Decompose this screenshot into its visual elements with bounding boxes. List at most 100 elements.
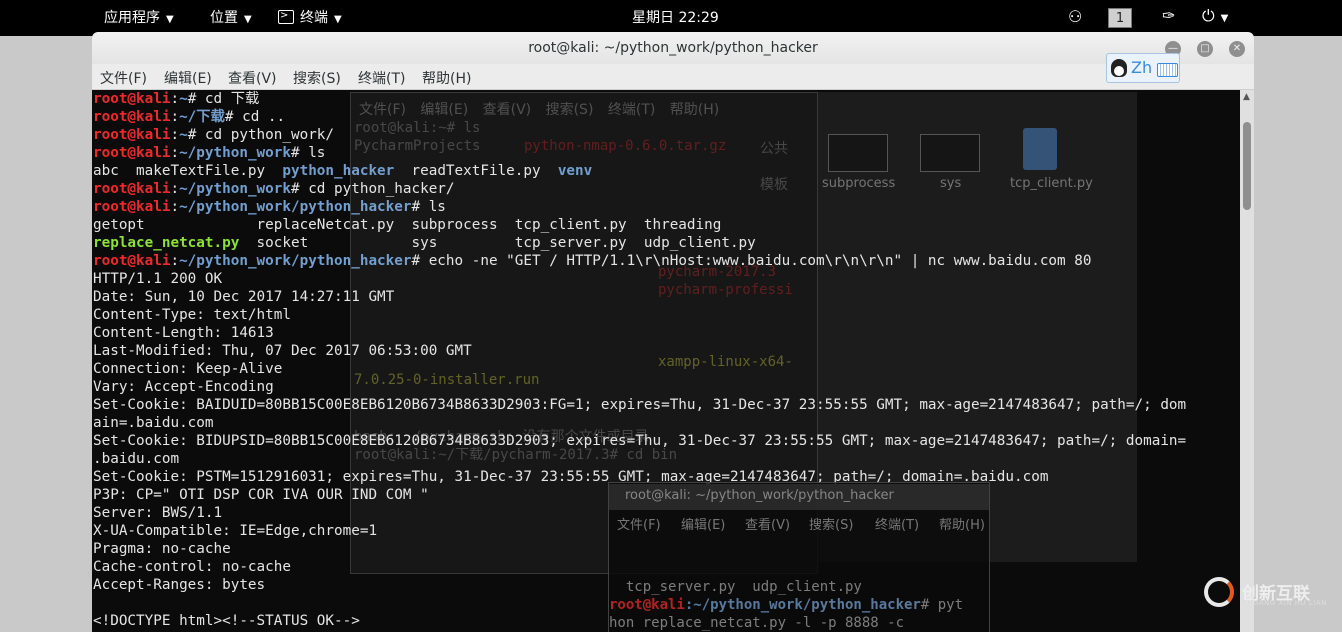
terminal-line: HTTP/1.1 200 OK <box>93 270 1186 288</box>
dropdown-arrow-icon: ▼ <box>334 14 342 25</box>
terminal-icon <box>278 7 294 25</box>
terminal-app-menu[interactable]: 终端 ▼ <box>278 7 342 27</box>
terminal-line: Last-Modified: Thu, 07 Dec 2017 06:53:00… <box>93 342 1186 360</box>
text: <!DOCTYPE html><!--STATUS OK--> <box>93 613 360 629</box>
penguin-icon <box>1111 59 1127 77</box>
terminal-line: root@kali:~/python_work# ls <box>93 144 1186 162</box>
text: Server: BWS/1.1 <box>93 505 223 521</box>
menu-terminal[interactable]: 终端(T) <box>358 68 405 88</box>
small-menu-terminal[interactable]: 终端(T) <box>875 514 919 533</box>
text: readTextFile.py <box>394 163 558 179</box>
small-menu-edit[interactable]: 编辑(E) <box>681 514 725 533</box>
brush-icon[interactable]: ✑ <box>1162 7 1175 25</box>
small-terminal-titlebar[interactable]: root@kali: ~/python_work/python_hacker <box>609 484 989 510</box>
users-icon[interactable]: ⚇ <box>1068 8 1082 26</box>
directory-name: venv <box>557 163 593 179</box>
terminal-line: ain=.baidu.com <box>93 414 1186 432</box>
text: : <box>170 91 180 107</box>
terminal-line: Connection: Keep-Alive <box>93 360 1186 378</box>
prompt-path: ~/下载 <box>179 109 225 125</box>
small-menu-help[interactable]: 帮助(H) <box>939 514 985 533</box>
logo-subtitle: CHUANG XIN HU LIAN <box>1242 599 1327 607</box>
text: : <box>170 109 180 125</box>
executable-name: replace_netcat.py <box>93 235 240 251</box>
prompt-user: root@kali <box>609 597 685 613</box>
text: # cd python_work/ <box>187 127 335 143</box>
prompt-path: :~/python_work/python_hacker <box>684 597 921 613</box>
dropdown-arrow-icon: ▼ <box>244 14 252 25</box>
prompt-user: root@kali <box>93 253 171 269</box>
menu-search[interactable]: 搜索(S) <box>293 68 341 88</box>
text: : <box>170 199 180 215</box>
close-button[interactable]: ✕ <box>1229 41 1245 57</box>
ime-indicator[interactable]: Zh <box>1106 53 1180 83</box>
text: : <box>170 253 180 269</box>
prompt-user: root@kali <box>93 145 171 161</box>
terminal-line: getopt replaceNetcat.py subprocess tcp_c… <box>93 216 1186 234</box>
text: # echo -ne "GET / HTTP/1.1\r\nHost:www.b… <box>411 253 1092 269</box>
window-titlebar[interactable]: root@kali: ~/python_work/python_hacker —… <box>92 32 1254 65</box>
small-terminal-window[interactable]: root@kali: ~/python_work/python_hacker 文… <box>608 482 990 632</box>
power-menu[interactable]: ⏻ ▼ <box>1202 7 1228 25</box>
terminal-line: replace_netcat.py socket sys tcp_server.… <box>93 234 1186 252</box>
ime-label: Zh <box>1131 58 1153 77</box>
power-icon: ⏻ <box>1202 6 1215 25</box>
prompt-user: root@kali <box>93 181 171 197</box>
text: Set-Cookie: BAIDUID=80BB15C00E8EB6120B67… <box>93 397 1187 413</box>
prompt-path: ~ <box>179 91 188 107</box>
text: .baidu.com <box>93 451 180 467</box>
text: Pragma: no-cache <box>93 541 231 557</box>
text: # cd python_hacker/ <box>290 181 455 197</box>
dropdown-arrow-icon: ▼ <box>1220 13 1229 24</box>
small-menu-search[interactable]: 搜索(S) <box>809 514 853 533</box>
terminal-line: Content-Length: 14613 <box>93 324 1186 342</box>
small-menu-view[interactable]: 查看(V) <box>745 514 790 533</box>
maximize-button[interactable]: □ <box>1197 41 1213 57</box>
terminal-line: Date: Sun, 10 Dec 2017 14:27:11 GMT <box>93 288 1186 306</box>
prompt-user: root@kali <box>93 91 171 107</box>
window-title: root@kali: ~/python_work/python_hacker <box>528 40 818 56</box>
scrollbar-thumb[interactable] <box>1243 122 1251 210</box>
terminal-line: root@kali:~/python_work/python_hacker# e… <box>93 252 1186 270</box>
prompt-tail: # pyt <box>920 597 964 613</box>
terminal-line: root@kali:~/python_work# cd python_hacke… <box>93 180 1186 198</box>
terminal-line: .baidu.com <box>93 450 1186 468</box>
menu-help[interactable]: 帮助(H) <box>422 68 471 88</box>
dropdown-arrow-icon: ▼ <box>166 14 174 25</box>
text: X-UA-Compatible: IE=Edge,chrome=1 <box>93 523 378 539</box>
directory-name: python_hacker <box>282 163 395 179</box>
terminal-line: Set-Cookie: BAIDUID=80BB15C00E8EB6120B67… <box>93 396 1186 414</box>
gnome-top-bar: 应用程序▼ 位置▼ 终端▼ 星期日 22:29 ⚇ 1 ✑ ⏻▼ <box>0 0 1342 36</box>
text: : <box>170 145 180 161</box>
prompt-user: root@kali <box>93 109 171 125</box>
menu-file[interactable]: 文件(F) <box>100 68 147 88</box>
text: Last-Modified: Thu, 07 Dec 2017 06:53:00… <box>93 343 472 359</box>
small-terminal-title: root@kali: ~/python_work/python_hacker <box>625 488 894 503</box>
terminal-output[interactable]: 文件(F) 编辑(E) 查看(V) 搜索(S) 终端(T) 帮助(H) subp… <box>92 90 1240 632</box>
text: socket sys tcp_server.py udp_client.py <box>239 235 756 251</box>
terminal-line: Content-Type: text/html <box>93 306 1186 324</box>
workspace-indicator[interactable]: 1 <box>1108 8 1132 28</box>
clock[interactable]: 星期日 22:29 <box>632 9 719 27</box>
keyboard-icon <box>1157 63 1178 77</box>
applications-menu-label: 应用程序 <box>104 10 160 26</box>
prompt-path: ~/python_work <box>179 145 291 161</box>
menu-edit[interactable]: 编辑(E) <box>164 68 212 88</box>
terminal-app-label: 终端 <box>300 10 328 26</box>
terminal-line: Vary: Accept-Encoding <box>93 378 1186 396</box>
small-terminal-line: tcp_server.py udp_client.py <box>609 579 862 595</box>
terminal-line: root@kali:~# cd python_work/ <box>93 126 1186 144</box>
text: Date: Sun, 10 Dec 2017 14:27:11 GMT <box>93 289 395 305</box>
text: # cd .. <box>224 109 286 125</box>
scroll-up-icon[interactable]: ▲ <box>1243 92 1250 102</box>
prompt-path: ~/python_work <box>179 181 291 197</box>
terminal-line: root@kali:~/下载# cd .. <box>93 108 1186 126</box>
menu-view[interactable]: 查看(V) <box>228 68 277 88</box>
places-menu[interactable]: 位置 ▼ <box>210 9 252 27</box>
text: Content-Type: text/html <box>93 307 291 323</box>
scrollbar[interactable]: ▲ <box>1240 90 1254 632</box>
small-menu-file[interactable]: 文件(F) <box>617 514 661 533</box>
terminal-line: root@kali:~/python_work/python_hacker# l… <box>93 198 1186 216</box>
applications-menu[interactable]: 应用程序 ▼ <box>104 9 174 27</box>
text: Vary: Accept-Encoding <box>93 379 274 395</box>
